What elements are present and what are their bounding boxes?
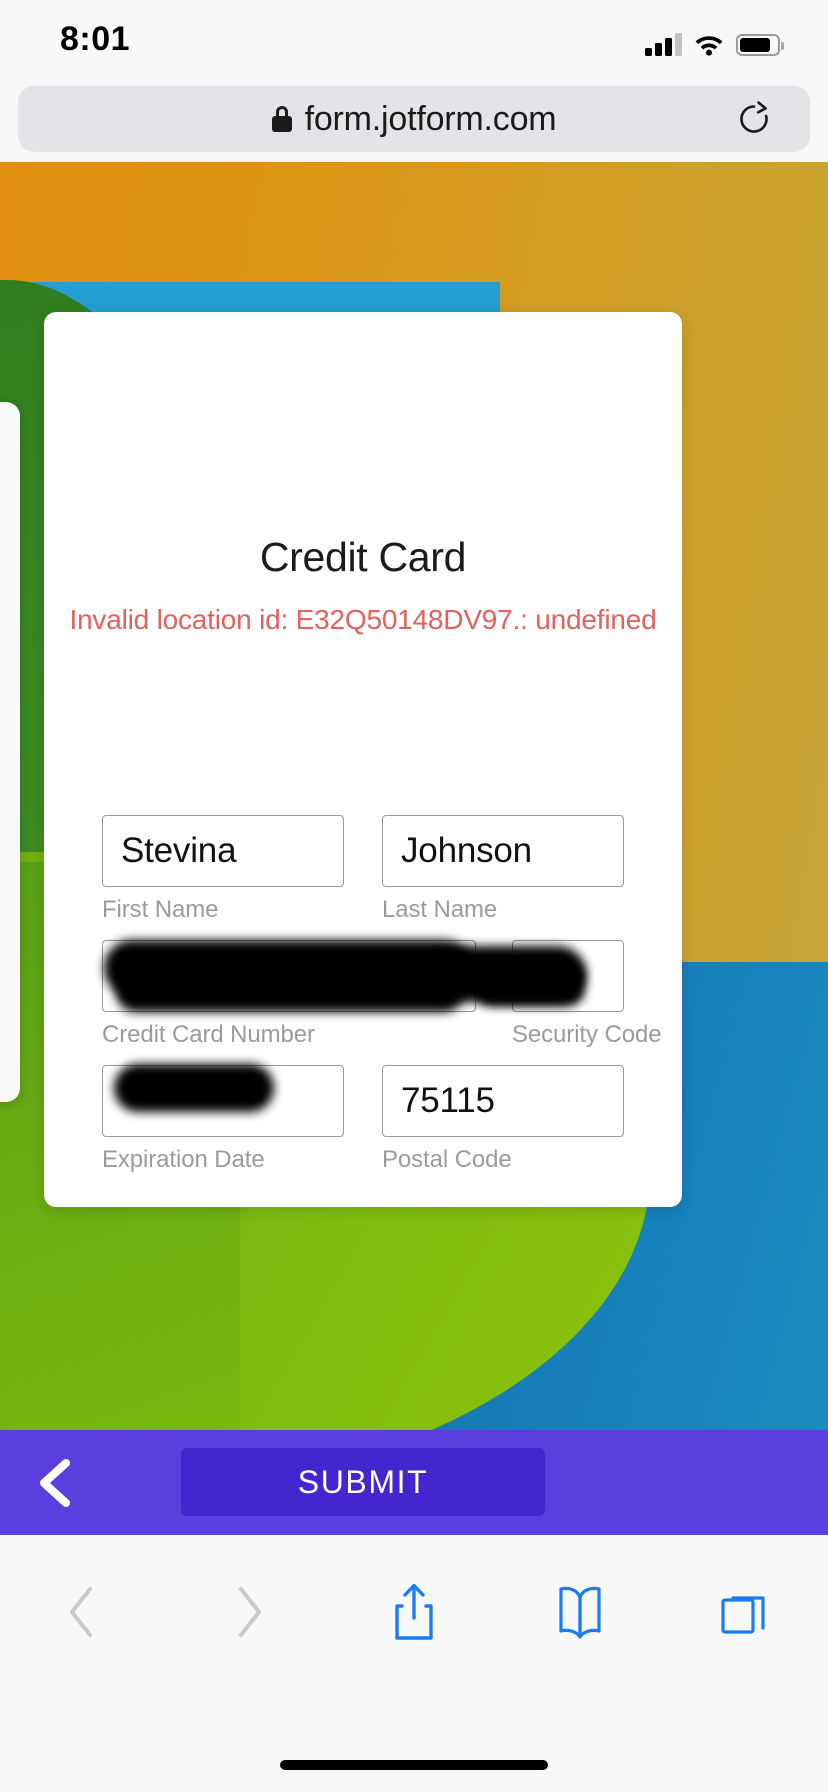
home-indicator bbox=[280, 1760, 548, 1770]
submit-button[interactable]: SUBMIT bbox=[181, 1448, 545, 1516]
bookmarks-icon[interactable] bbox=[497, 1557, 663, 1667]
browser-url-bar-container: form.jotform.com bbox=[0, 84, 828, 162]
tabs-icon[interactable] bbox=[662, 1557, 828, 1667]
credit-card-number-label: Credit Card Number bbox=[102, 1021, 315, 1048]
phone-screen: 8:01 form.jotform.com Credit Card Invali… bbox=[0, 0, 828, 1792]
last-name-label: Last Name bbox=[382, 896, 498, 923]
card-number-field-row: Credit Card Number Security Code bbox=[102, 940, 662, 1049]
postal-code-value: 75115 bbox=[401, 1081, 495, 1120]
webpage-viewport: Credit Card Invalid location id: E32Q501… bbox=[0, 162, 828, 1430]
wifi-icon bbox=[694, 33, 724, 56]
url-text: form.jotform.com bbox=[304, 99, 557, 138]
postal-code-field[interactable]: 75115 Postal Code bbox=[382, 1065, 624, 1174]
status-bar: 8:01 bbox=[0, 0, 828, 84]
postal-code-label: Postal Code bbox=[382, 1146, 512, 1173]
status-bar-indicators bbox=[645, 24, 784, 56]
security-code-field[interactable]: Security Code bbox=[512, 940, 662, 1049]
battery-icon bbox=[736, 34, 784, 56]
previous-page-card-edge bbox=[0, 402, 20, 1102]
last-name-field[interactable]: Johnson Last Name bbox=[382, 815, 624, 924]
credit-card-number-input[interactable] bbox=[102, 940, 476, 1012]
cellular-signal-icon bbox=[645, 32, 682, 56]
first-name-label: First Name bbox=[102, 896, 219, 923]
reload-icon[interactable] bbox=[734, 99, 774, 139]
lock-icon bbox=[271, 106, 292, 132]
first-name-field[interactable]: Stevina First Name bbox=[102, 815, 344, 924]
chevron-left-icon[interactable] bbox=[28, 1455, 84, 1511]
form-fields: Stevina First Name Johnson Last Name Cre… bbox=[102, 815, 662, 1174]
page-title: Credit Card bbox=[259, 534, 467, 580]
postal-code-input[interactable]: 75115 bbox=[382, 1065, 624, 1137]
url-bar[interactable]: form.jotform.com bbox=[18, 86, 810, 152]
first-name-value: Stevina bbox=[121, 831, 237, 870]
safari-bottom-toolbar bbox=[0, 1535, 828, 1792]
expiration-date-label: Expiration Date bbox=[102, 1146, 265, 1173]
expiration-date-field[interactable]: Expiration Date bbox=[102, 1065, 344, 1174]
first-name-input[interactable]: Stevina bbox=[102, 815, 344, 887]
status-bar-time: 8:01 bbox=[60, 20, 131, 58]
expiration-date-input[interactable] bbox=[102, 1065, 344, 1137]
share-icon[interactable] bbox=[331, 1557, 497, 1667]
form-error-message: Invalid location id: E32Q50148DV97.: und… bbox=[69, 604, 657, 635]
back-icon[interactable] bbox=[0, 1557, 166, 1667]
form-submit-bar: SUBMIT bbox=[0, 1430, 828, 1535]
last-name-input[interactable]: Johnson bbox=[382, 815, 624, 887]
security-code-label: Security Code bbox=[512, 1021, 662, 1048]
security-code-input[interactable] bbox=[512, 940, 624, 1012]
last-name-value: Johnson bbox=[401, 831, 532, 870]
name-field-row: Stevina First Name Johnson Last Name bbox=[102, 815, 624, 924]
expiration-field-row: Expiration Date 75115 Postal Code bbox=[102, 1065, 624, 1174]
credit-card-form-card: Credit Card Invalid location id: E32Q501… bbox=[44, 312, 682, 1207]
credit-card-number-field[interactable]: Credit Card Number bbox=[102, 940, 476, 1049]
forward-icon[interactable] bbox=[166, 1557, 332, 1667]
